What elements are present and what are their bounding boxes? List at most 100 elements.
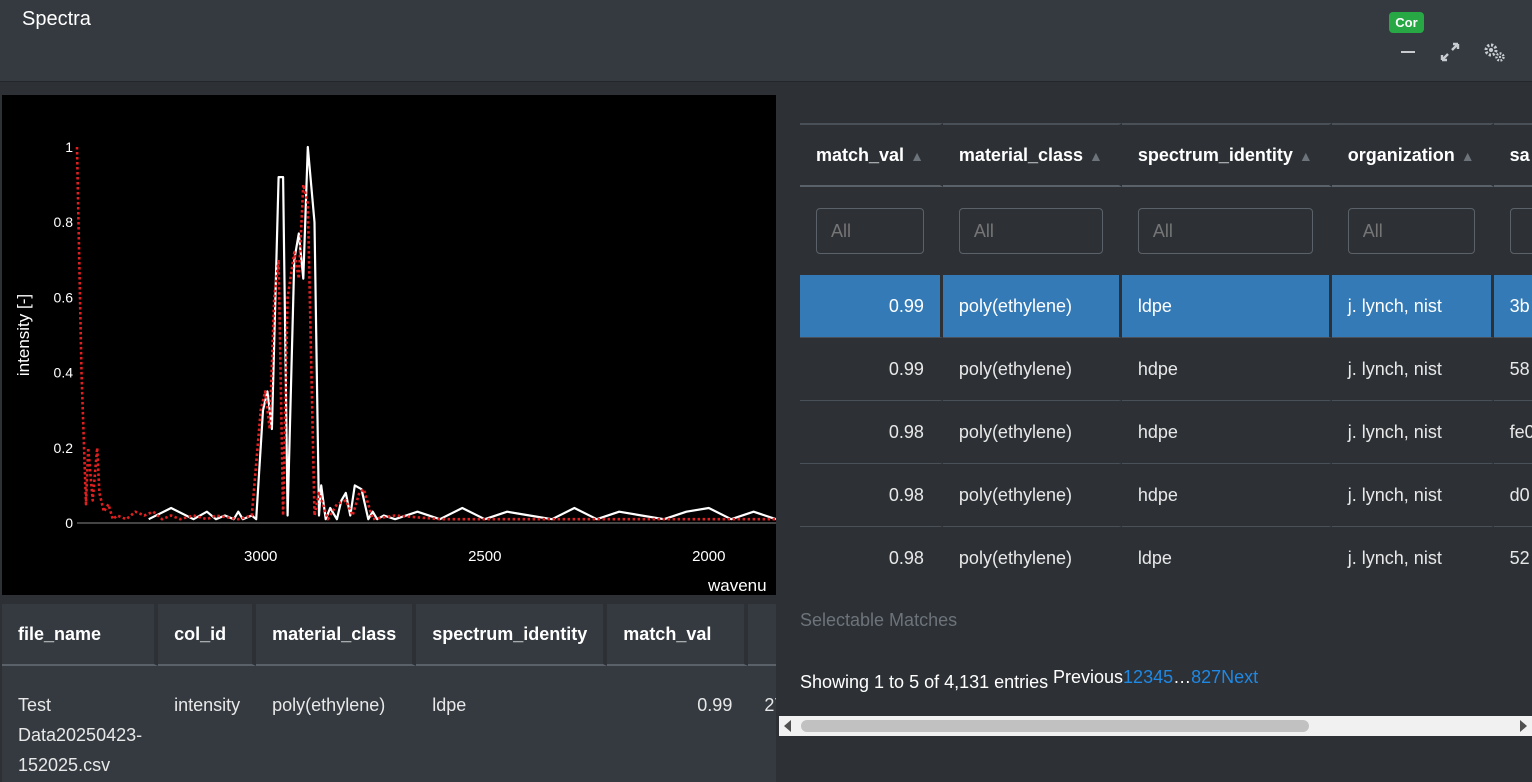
pagination-page-3[interactable]: 3 <box>1143 667 1153 687</box>
pagination-page-2[interactable]: 2 <box>1133 667 1143 687</box>
cell-organization: j. lynch, nist <box>1331 275 1494 338</box>
cell-match-val: 0.99 <box>800 275 943 338</box>
pagination-page-5[interactable]: 5 <box>1163 667 1173 687</box>
table-row[interactable]: 0.99 poly(ethylene) ldpe j. lynch, nist … <box>800 275 1532 338</box>
matches-table-scroll[interactable]: match_val ▲︎ material_class ▲︎ spectrum_id… <box>800 123 1532 589</box>
column-header-organization[interactable]: organization ▲︎ <box>1331 123 1494 187</box>
column-header-next[interactable] <box>748 604 776 666</box>
filter-input-material-class[interactable] <box>958 208 1103 254</box>
cell-spectrum-identity: ldpe <box>1122 527 1332 589</box>
cell-sa: fe0 <box>1493 401 1532 464</box>
cell-sa: 52 <box>1494 527 1532 589</box>
x-tick-label: 2000 <box>692 548 725 565</box>
pagination-ellipsis: … <box>1173 667 1192 687</box>
cell-organization: j. lynch, nist <box>1332 527 1494 589</box>
header-label: material_class <box>958 144 1084 165</box>
column-header-material-class[interactable]: material_class ▲︎ <box>942 123 1122 187</box>
column-header-spectrum-identity[interactable]: spectrum_identity <box>416 604 608 666</box>
gears-icon[interactable] <box>1482 40 1506 64</box>
box-header: Spectra Cor <box>0 0 1532 82</box>
cell-organization: j. lynch, nist <box>1331 401 1494 464</box>
table-row[interactable]: 0.99 poly(ethylene) hdpe j. lynch, nist … <box>800 338 1532 401</box>
filter-cell <box>943 187 1122 275</box>
column-header-file-name[interactable]: file_name <box>2 604 159 666</box>
header-label: match_val <box>816 144 905 165</box>
table-info: Showing 1 to 5 of 4,131 entries <box>800 672 1049 692</box>
expand-icon[interactable] <box>1438 40 1462 64</box>
series-line-sample <box>148 145 776 521</box>
scroll-right-icon[interactable] <box>1520 720 1527 732</box>
filter-cell <box>1494 187 1532 275</box>
pagination-previous[interactable]: Previous <box>1053 667 1123 687</box>
cell-col-id: intensity <box>174 695 241 715</box>
sort-icon[interactable]: ▲︎ <box>910 148 924 164</box>
cell-match-val: 0.98 <box>800 464 943 527</box>
column-header-sa[interactable]: sa <box>1493 123 1532 187</box>
header-label: spectrum_identity <box>1137 144 1293 165</box>
filter-cell <box>800 187 943 275</box>
filter-input-organization[interactable] <box>1347 208 1475 254</box>
table-row[interactable]: 0.98 poly(ethylene) ldpe j. lynch, nist … <box>800 527 1532 589</box>
cell-spectrum-identity: hdpe <box>1121 338 1332 401</box>
cell-material-class: poly(ethylene) <box>942 338 1122 401</box>
column-header-col-id[interactable]: col_id <box>158 604 257 666</box>
filter-cell <box>1122 187 1332 275</box>
cell-next: 27 <box>764 695 776 715</box>
sort-icon[interactable]: ▲︎ <box>1089 148 1103 164</box>
column-header-match-val[interactable]: match_val <box>607 604 749 666</box>
cell-material-class: poly(ethylene) <box>942 401 1122 464</box>
column-header-material-class[interactable]: material_class <box>256 604 417 666</box>
spectra-plot[interactable]: 0 0.2 0.4 0.6 0.8 1 3000 2500 2000 wavenu intensit… <box>2 95 776 595</box>
y-tick-label: 1 <box>65 139 73 155</box>
sort-icon[interactable]: ▲︎ <box>1461 148 1475 164</box>
cell-match-val: 0.98 <box>800 527 943 589</box>
pagination-page-4[interactable]: 4 <box>1153 667 1163 687</box>
y-axis-title: intensity [-] <box>14 294 33 376</box>
cell-spectrum-identity: ldpe <box>432 695 467 715</box>
filter-cell <box>1332 187 1494 275</box>
column-header-match-val[interactable]: match_val ▲︎ <box>800 123 943 187</box>
table-caption: Selectable Matches <box>800 610 958 630</box>
y-tick-label: 0.8 <box>54 214 74 230</box>
table-row[interactable]: 0.98 poly(ethylene) hdpe j. lynch, nist … <box>800 464 1532 527</box>
scrollbar-thumb[interactable] <box>801 720 1309 732</box>
cell-organization: j. lynch, nist <box>1331 464 1494 527</box>
table-row[interactable]: 0.98 poly(ethylene) hdpe j. lynch, nist … <box>800 401 1532 464</box>
x-axis-title: wavenu <box>707 576 767 595</box>
cell-sa: 3b <box>1493 275 1532 338</box>
file-name-line: Test <box>18 695 52 715</box>
header-label: organization <box>1347 144 1455 165</box>
horizontal-scrollbar[interactable] <box>779 716 1532 736</box>
pagination-page-last[interactable]: 827 <box>1191 667 1221 687</box>
cell-match-val: 0.99 <box>800 338 943 401</box>
cell-sa: d0 <box>1493 464 1532 527</box>
matches-table: match_val ▲︎ material_class ▲︎ spectrum_id… <box>800 123 1532 589</box>
cell-sa: 58 <box>1493 338 1532 401</box>
table-row[interactable]: Test Data20250423- 152025.csv intensity … <box>2 666 776 780</box>
cell-material-class: poly(ethylene) <box>943 527 1122 589</box>
cell-organization: j. lynch, nist <box>1331 338 1494 401</box>
identified-spectrum-table: file_name col_id material_class spectrum… <box>2 604 776 782</box>
spectra-chart-svg[interactable]: 0 0.2 0.4 0.6 0.8 1 3000 2500 2000 wavenu intensit… <box>2 95 776 595</box>
series-line-match <box>75 146 776 521</box>
sort-icon[interactable]: ▲︎ <box>1299 148 1313 164</box>
scroll-left-icon[interactable] <box>784 720 791 732</box>
filter-input-sa[interactable] <box>1509 208 1532 254</box>
cell-spectrum-identity: ldpe <box>1121 275 1332 338</box>
column-header-spectrum-identity[interactable]: spectrum_identity ▲︎ <box>1121 123 1332 187</box>
file-name-line: 152025.csv <box>18 755 111 775</box>
filter-input-spectrum-identity[interactable] <box>1137 208 1313 254</box>
cell-material-class: poly(ethylene) <box>272 695 386 715</box>
file-name-line: Data20250423- <box>18 725 143 745</box>
pagination-page-1[interactable]: 1 <box>1123 667 1133 687</box>
box-title: Spectra <box>22 8 91 30</box>
cell-spectrum-identity: hdpe <box>1121 401 1332 464</box>
y-tick-label: 0.2 <box>54 440 74 456</box>
minimize-icon[interactable] <box>1396 40 1420 64</box>
pagination-next[interactable]: Next <box>1221 667 1258 687</box>
filter-input-match-val[interactable] <box>816 208 924 254</box>
pagination: Previous12345…827Next <box>1053 667 1258 688</box>
cor-badge[interactable]: Cor <box>1389 12 1424 33</box>
cell-material-class: poly(ethylene) <box>942 275 1122 338</box>
x-tick-label: 2500 <box>468 548 501 565</box>
